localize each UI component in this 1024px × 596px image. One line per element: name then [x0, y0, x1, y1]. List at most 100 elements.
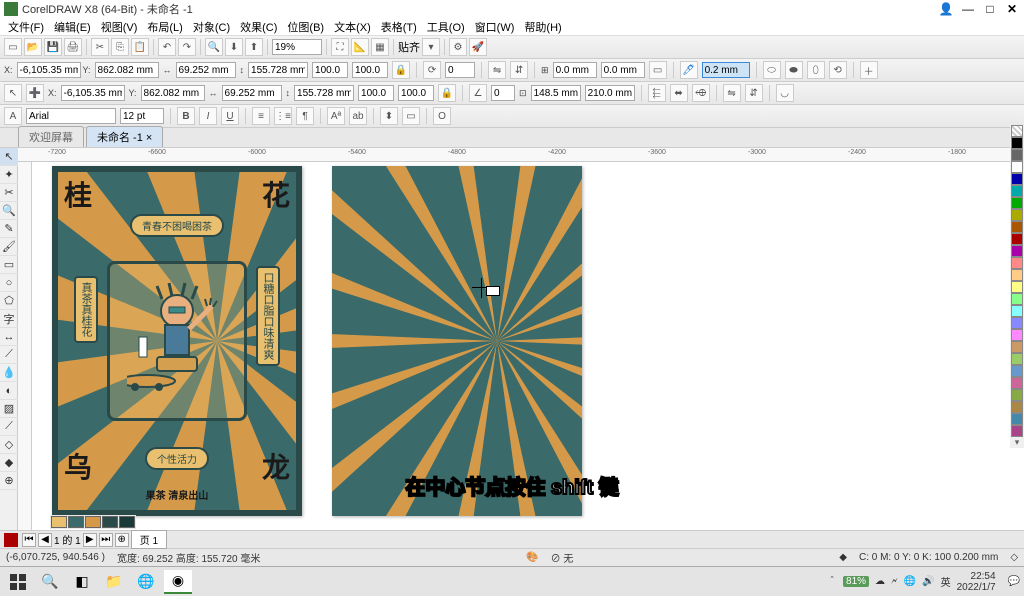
first-page[interactable]: ⏮: [22, 533, 36, 547]
color-swatch[interactable]: [1011, 329, 1023, 341]
page-w-input[interactable]: [222, 85, 282, 101]
taskbar-search[interactable]: 🔍: [36, 570, 64, 594]
color-swatch[interactable]: [1011, 185, 1023, 197]
minimize-button[interactable]: —: [960, 2, 976, 16]
zoom-tool[interactable]: 🔍: [0, 202, 18, 220]
import-button[interactable]: ⬇: [225, 38, 243, 56]
outline-pen-icon[interactable]: 🖊: [680, 61, 698, 79]
menu-window[interactable]: 窗口(W): [471, 19, 519, 35]
color-swatch[interactable]: [1011, 413, 1023, 425]
dropper-tool[interactable]: 💧: [0, 364, 18, 382]
height-input[interactable]: [248, 62, 308, 78]
cut-button[interactable]: ✂: [91, 38, 109, 56]
poster-left[interactable]: 桂 花 乌 龙 青春不困喝困茶: [52, 166, 302, 516]
offset-x-input[interactable]: [553, 62, 597, 78]
angle-input[interactable]: [491, 85, 515, 101]
flip-v[interactable]: ⇵: [745, 84, 763, 102]
tray-clock[interactable]: 22:54 2022/1/7: [957, 571, 1002, 593]
menu-effect[interactable]: 效果(C): [236, 19, 281, 35]
align-right[interactable]: ⬲: [692, 84, 710, 102]
taskbar-taskview[interactable]: ◧: [68, 570, 96, 594]
redo-button[interactable]: ↷: [178, 38, 196, 56]
tray-volume[interactable]: 🔊: [922, 576, 934, 587]
outline-tool[interactable]: ◇: [0, 436, 18, 454]
mirror-h-button[interactable]: ⇋: [488, 61, 506, 79]
save-button[interactable]: 💾: [44, 38, 62, 56]
scale-x-input[interactable]: [312, 62, 348, 78]
new-button[interactable]: ▭: [4, 38, 22, 56]
color-swatch[interactable]: [1011, 389, 1023, 401]
menu-edit[interactable]: 编辑(E): [50, 19, 95, 35]
snap-dropdown[interactable]: ▾: [422, 38, 440, 56]
mirror-v-button[interactable]: ⇵: [510, 61, 528, 79]
maximize-button[interactable]: □: [982, 2, 998, 16]
bold-button[interactable]: B: [177, 107, 195, 125]
text-frame[interactable]: ▭: [402, 107, 420, 125]
menu-object[interactable]: 对象(C): [189, 19, 234, 35]
connector-tool[interactable]: ⟋: [0, 346, 18, 364]
shape-ops-2[interactable]: ⬬: [785, 61, 803, 79]
shape-tool[interactable]: ✦: [0, 166, 18, 184]
close-button[interactable]: ✕: [1004, 2, 1020, 16]
doc-swatch[interactable]: [102, 516, 118, 528]
dropcap[interactable]: ¶: [296, 107, 314, 125]
angle-icon[interactable]: ∠: [469, 84, 487, 102]
text-options[interactable]: O: [433, 107, 451, 125]
ellipse-tool[interactable]: ○: [0, 274, 18, 292]
crop-tool[interactable]: ✂: [0, 184, 18, 202]
menu-tools[interactable]: 工具(O): [423, 19, 469, 35]
realw-input[interactable]: [531, 85, 581, 101]
color-swatch[interactable]: [1011, 161, 1023, 173]
transparency-tool[interactable]: ▨: [0, 400, 18, 418]
search-button[interactable]: 🔍: [205, 38, 223, 56]
color-swatch[interactable]: [1011, 269, 1023, 281]
color-proof-icon[interactable]: 🎨: [526, 552, 538, 563]
color-swatch[interactable]: [1011, 149, 1023, 161]
artistic-media-tool[interactable]: 🖌: [0, 238, 18, 256]
realh-input[interactable]: [585, 85, 635, 101]
page-sy-input[interactable]: [398, 85, 434, 101]
record-icon[interactable]: [4, 533, 18, 547]
tray-ime-lang[interactable]: 英: [941, 574, 951, 589]
add-page-button[interactable]: ➕: [26, 84, 44, 102]
lock-ratio-button[interactable]: 🔒: [392, 61, 410, 79]
text-prop-2[interactable]: ab: [349, 107, 367, 125]
parallel-dim-tool[interactable]: ↔: [0, 328, 18, 346]
last-page[interactable]: ⏭: [99, 533, 113, 547]
italic-button[interactable]: I: [199, 107, 217, 125]
fill-indicator[interactable]: ◆: [839, 552, 847, 563]
tab-document[interactable]: 未命名 -1 ×: [86, 126, 163, 147]
color-swatch[interactable]: [1011, 281, 1023, 293]
color-swatch[interactable]: [1011, 341, 1023, 353]
underline-button[interactable]: U: [221, 107, 239, 125]
open-button[interactable]: 📂: [24, 38, 42, 56]
more-tools[interactable]: ⊕: [0, 472, 18, 490]
poster-right[interactable]: [332, 166, 582, 516]
freehand-tool[interactable]: ✎: [0, 220, 18, 238]
fill-tool[interactable]: ◆: [0, 454, 18, 472]
shape-ops-4[interactable]: ⟲: [829, 61, 847, 79]
font-size-input[interactable]: [120, 108, 164, 124]
interactive-fill-tool[interactable]: ◐: [0, 382, 18, 400]
doc-swatch[interactable]: [85, 516, 101, 528]
grid-button[interactable]: ▦: [371, 38, 389, 56]
add-button[interactable]: ＋: [860, 61, 878, 79]
convert-curves[interactable]: ◡: [776, 84, 794, 102]
zoom-input[interactable]: [272, 39, 322, 55]
color-swatch[interactable]: [1011, 245, 1023, 257]
font-family-input[interactable]: [26, 108, 116, 124]
page-h-input[interactable]: [294, 85, 354, 101]
page-y-input[interactable]: [141, 85, 205, 101]
text-tool[interactable]: 字: [0, 310, 18, 328]
order-button[interactable]: ▭: [649, 61, 667, 79]
color-swatch[interactable]: [1011, 353, 1023, 365]
color-swatch[interactable]: [1011, 425, 1023, 437]
color-swatch[interactable]: [1011, 209, 1023, 221]
menu-bitmap[interactable]: 位图(B): [283, 19, 328, 35]
tray-notifications[interactable]: 💬: [1008, 576, 1020, 587]
color-swatch[interactable]: [1011, 137, 1023, 149]
color-swatch[interactable]: [1011, 293, 1023, 305]
text-prop-1[interactable]: Aª: [327, 107, 345, 125]
menu-help[interactable]: 帮助(H): [520, 19, 565, 35]
color-swatch[interactable]: [1011, 401, 1023, 413]
